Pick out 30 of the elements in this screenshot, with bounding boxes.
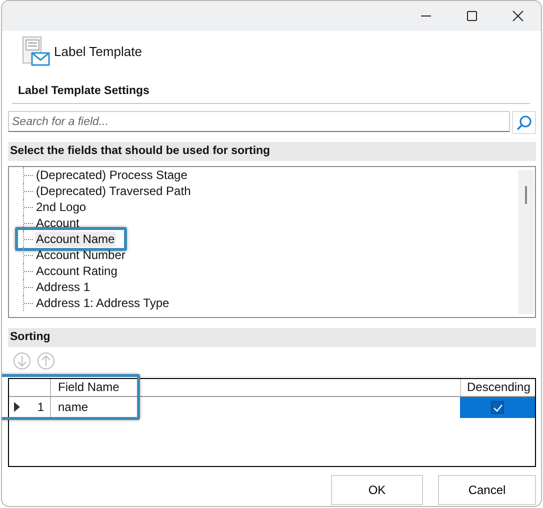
table-cell-text: name — [57, 399, 90, 416]
search-button[interactable] — [512, 111, 536, 134]
tree-item[interactable]: Address 1: Address Type — [35, 296, 170, 310]
descending-checkbox[interactable] — [491, 401, 504, 414]
search-field[interactable]: Search for a field... — [8, 111, 510, 132]
template-mail-icon — [22, 36, 50, 66]
column-header[interactable]: Descending — [460, 379, 535, 396]
column-header[interactable]: Field Name — [51, 379, 460, 396]
move-up-icon[interactable] — [37, 352, 55, 370]
scrollbar[interactable] — [518, 170, 534, 314]
scrollbar-thumb[interactable] — [525, 186, 527, 204]
move-down-icon[interactable] — [13, 352, 31, 370]
dialog-button[interactable]: OK — [331, 475, 423, 505]
close-icon — [512, 10, 524, 22]
row-number: 1 — [37, 400, 44, 414]
descending-cell[interactable] — [460, 397, 535, 418]
tree-item[interactable]: Account Rating — [35, 264, 118, 278]
dialog-title: Label Template — [54, 44, 142, 58]
dialog-button[interactable]: Cancel — [438, 475, 536, 505]
tree-item[interactable]: (Deprecated) Process Stage — [35, 168, 188, 182]
tree-item[interactable]: (Deprecated) Traversed Path — [35, 184, 192, 198]
tree-item[interactable]: Account — [35, 216, 80, 230]
settings-heading: Label Template Settings — [12, 71, 530, 104]
tree-item[interactable]: 2nd Logo — [35, 200, 88, 214]
section-heading: Sorting — [8, 328, 536, 347]
tree-item[interactable]: Address 1 — [35, 280, 92, 294]
tree-item[interactable]: Account Number — [35, 248, 126, 262]
maximize-icon — [466, 10, 478, 22]
section-heading: Select the fields that should be used for sorting — [8, 142, 536, 161]
tree-item[interactable]: Account Name — [35, 232, 116, 246]
